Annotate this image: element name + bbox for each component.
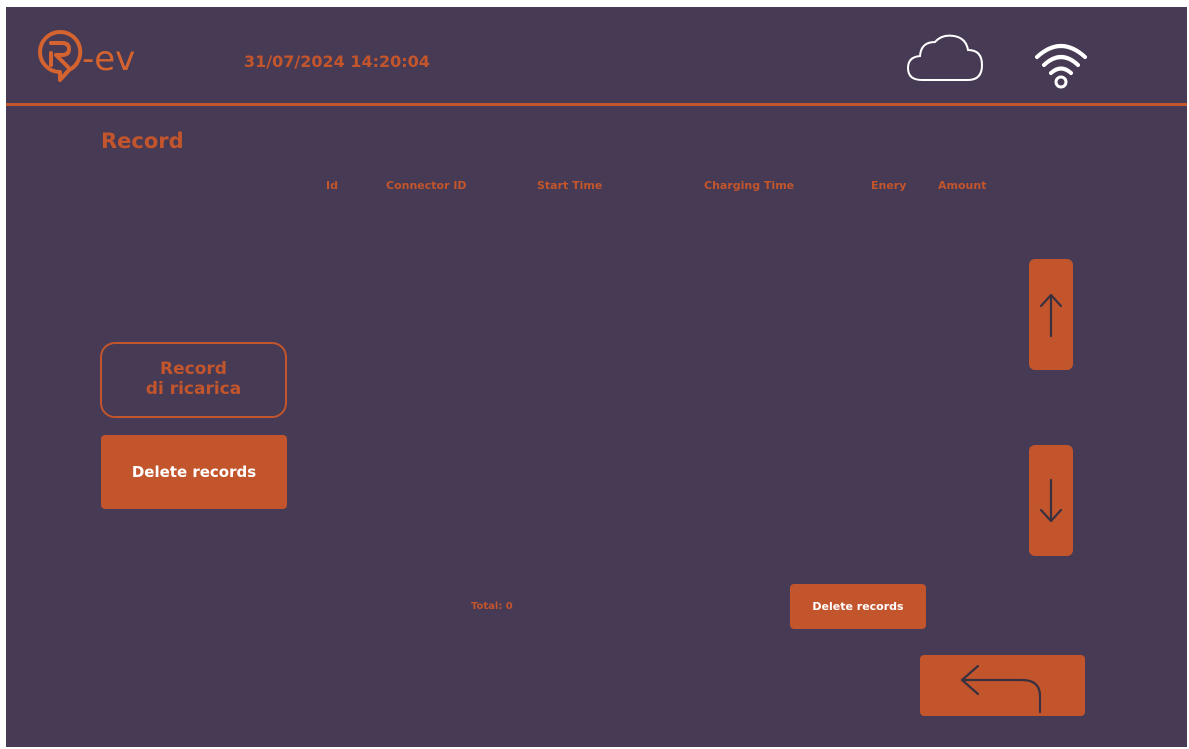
scroll-down-button[interactable]: [1029, 445, 1073, 556]
charging-records-label-line1: Record: [160, 359, 227, 380]
header-divider: [6, 103, 1187, 106]
arrow-up-icon: [1039, 293, 1063, 337]
logo-icon: [38, 29, 83, 82]
column-header-amount: Amount: [938, 179, 987, 192]
column-header-charging-time: Charging Time: [704, 179, 795, 192]
charging-records-label-line2: di ricarica: [145, 379, 242, 399]
app-screen: -ev 31/07/2024 14:20:04 Record Id Connec…: [6, 7, 1187, 747]
return-arrow-icon: [960, 664, 1041, 713]
column-header-start-time: Start Time: [537, 179, 603, 192]
delete-records-small-button[interactable]: Delete records: [790, 584, 926, 629]
total-count: Total: 0: [471, 601, 513, 612]
app-logo: -ev: [36, 29, 196, 89]
header-datetime: 31/07/2024 14:20:04: [244, 52, 430, 71]
scroll-up-button[interactable]: [1029, 259, 1073, 370]
table-header: Id Connector ID Start Time Charging Time…: [6, 179, 1187, 195]
column-header-connector-id: Connector ID: [386, 179, 467, 192]
column-header-id: Id: [326, 179, 338, 192]
delete-records-button[interactable]: Delete records: [101, 435, 287, 509]
charging-records-button[interactable]: Record di ricarica: [100, 342, 287, 418]
back-button[interactable]: [920, 655, 1085, 716]
arrow-down-icon: [1039, 478, 1063, 522]
cloud-icon: [906, 34, 984, 81]
column-header-energy: Enery: [871, 179, 907, 192]
header-bar: -ev 31/07/2024 14:20:04: [6, 7, 1187, 107]
delete-records-label: Delete records: [131, 463, 257, 481]
wifi-icon: [1035, 44, 1087, 89]
page-title: Record: [101, 129, 184, 153]
logo-text: -ev: [82, 39, 136, 79]
delete-records-small-label: Delete records: [812, 600, 904, 613]
